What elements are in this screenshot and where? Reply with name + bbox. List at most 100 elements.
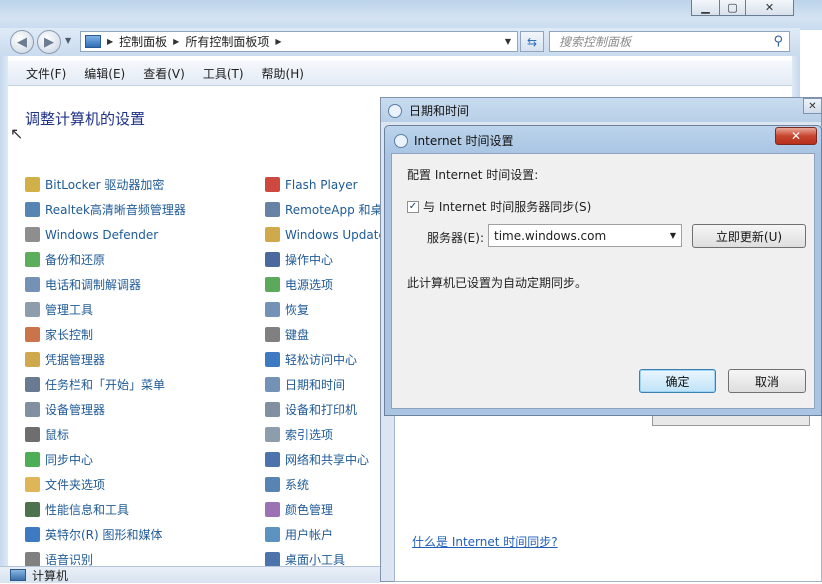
control-panel-item[interactable]: 家长控制	[25, 322, 186, 347]
control-panel-item[interactable]: 颜色管理	[265, 497, 383, 522]
recent-pages-dropdown[interactable]: ▼	[65, 36, 71, 45]
menu-view[interactable]: 查看(V)	[133, 65, 193, 82]
control-panel-item[interactable]: 任务栏和「开始」菜单	[25, 372, 186, 397]
windows-update-icon	[265, 227, 280, 242]
menu-file[interactable]: 文件(F)	[16, 65, 74, 82]
control-panel-item[interactable]: 网络和共享中心	[265, 447, 383, 472]
control-panel-item-label[interactable]: Windows Defender	[45, 228, 158, 242]
control-panel-item-label[interactable]: 键盘	[285, 326, 309, 343]
control-panel-item[interactable]: 用户帐户	[265, 522, 383, 547]
control-panel-item-label[interactable]: 文件夹选项	[45, 476, 105, 493]
control-panel-item-label[interactable]: 恢复	[285, 301, 309, 318]
control-panel-item[interactable]: 设备和打印机	[265, 397, 383, 422]
sync-checkbox-label[interactable]: 与 Internet 时间服务器同步(S)	[423, 198, 591, 215]
cancel-button[interactable]: 取消	[728, 369, 806, 393]
control-panel-item-label[interactable]: 家长控制	[45, 326, 93, 343]
breadcrumb-separator[interactable]: ▶	[275, 37, 281, 46]
remoteapp-icon	[265, 202, 280, 217]
control-panel-item-label[interactable]: BitLocker 驱动器加密	[45, 176, 164, 193]
control-panel-item-label[interactable]: 日期和时间	[285, 376, 345, 393]
control-panel-item[interactable]: 电源选项	[265, 272, 383, 297]
date-time-close-button[interactable]: ✕	[803, 98, 822, 114]
control-panel-item[interactable]: 日期和时间	[265, 372, 383, 397]
breadcrumb-all-items[interactable]: 所有控制面板项	[185, 33, 269, 50]
close-button[interactable]: ✕	[745, 0, 794, 16]
control-panel-item-label[interactable]: Realtek高清晰音频管理器	[45, 201, 186, 218]
internet-time-help-link[interactable]: 什么是 Internet 时间同步?	[412, 533, 558, 550]
control-panel-item[interactable]: 设备管理器	[25, 397, 186, 422]
control-panel-item-label[interactable]: 任务栏和「开始」菜单	[45, 376, 165, 393]
control-panel-item[interactable]: 系统	[265, 472, 383, 497]
sync-option[interactable]: ✓ 与 Internet 时间服务器同步(S)	[407, 198, 591, 215]
address-dropdown-icon[interactable]: ▼	[505, 37, 511, 46]
control-panel-item[interactable]: Flash Player	[265, 172, 383, 197]
refresh-button[interactable]: ⇆	[520, 31, 544, 52]
control-panel-item[interactable]: Windows Update	[265, 222, 383, 247]
control-panel-item[interactable]: 键盘	[265, 322, 383, 347]
control-panel-item[interactable]: 操作中心	[265, 247, 383, 272]
control-panel-item-label[interactable]: 用户帐户	[285, 526, 333, 543]
control-panel-item[interactable]: 索引选项	[265, 422, 383, 447]
control-panel-item-label[interactable]: 性能信息和工具	[45, 501, 129, 518]
sync-checkbox[interactable]: ✓	[407, 200, 419, 213]
search-input[interactable]: 搜索控制面板	[559, 33, 773, 50]
server-value[interactable]: time.windows.com	[494, 229, 606, 243]
control-panel-item[interactable]: Realtek高清晰音频管理器	[25, 197, 186, 222]
control-panel-items-column-1: BitLocker 驱动器加密 Realtek高清晰音频管理器 Windows De…	[25, 172, 186, 572]
chevron-down-icon[interactable]: ▼	[670, 231, 676, 240]
control-panel-item-label[interactable]: 备份和还原	[45, 251, 105, 268]
control-panel-item[interactable]: RemoteApp 和桌	[265, 197, 383, 222]
server-combobox[interactable]: time.windows.com ▼	[488, 224, 682, 247]
control-panel-item[interactable]: 恢复	[265, 297, 383, 322]
control-panel-item-label[interactable]: 凭据管理器	[45, 351, 105, 368]
control-panel-item[interactable]: 英特尔(R) 图形和媒体	[25, 522, 186, 547]
control-panel-item[interactable]: 备份和还原	[25, 247, 186, 272]
control-panel-item[interactable]: 电话和调制解调器	[25, 272, 186, 297]
date-time-titlebar: 日期和时间	[388, 102, 469, 119]
control-panel-item[interactable]: 管理工具	[25, 297, 186, 322]
control-panel-item-label[interactable]: 电源选项	[285, 276, 333, 293]
control-panel-item[interactable]: 同步中心	[25, 447, 186, 472]
minimize-button[interactable]: ▁	[691, 0, 720, 16]
internet-time-close-button[interactable]: ✕	[775, 127, 817, 145]
control-panel-item[interactable]: 文件夹选项	[25, 472, 186, 497]
system-icon	[265, 477, 280, 492]
control-panel-item-label[interactable]: 设备管理器	[45, 401, 105, 418]
breadcrumb-separator[interactable]: ▶	[107, 37, 113, 46]
maximize-button[interactable]: ▢	[719, 0, 746, 16]
control-panel-item[interactable]: 凭据管理器	[25, 347, 186, 372]
back-button[interactable]: ◀	[10, 30, 34, 54]
index-icon	[265, 427, 280, 442]
menu-edit[interactable]: 编辑(E)	[74, 65, 133, 82]
search-box[interactable]: 搜索控制面板 ⚲	[549, 31, 790, 52]
control-panel-item[interactable]: BitLocker 驱动器加密	[25, 172, 186, 197]
control-panel-item-label[interactable]: Flash Player	[285, 178, 358, 192]
control-panel-item-label[interactable]: Windows Update	[285, 228, 383, 242]
address-bar[interactable]: ▶ 控制面板 ▶ 所有控制面板项 ▶ ▼	[80, 31, 518, 52]
control-panel-item[interactable]: 鼠标	[25, 422, 186, 447]
control-panel-item-label[interactable]: 索引选项	[285, 426, 333, 443]
control-panel-item-label[interactable]: 管理工具	[45, 301, 93, 318]
forward-button[interactable]: ▶	[37, 30, 61, 54]
control-panel-item-label[interactable]: RemoteApp 和桌	[285, 201, 383, 218]
control-panel-item-label[interactable]: 系统	[285, 476, 309, 493]
breadcrumb-control-panel[interactable]: 控制面板	[119, 33, 167, 50]
control-panel-item-label[interactable]: 网络和共享中心	[285, 451, 369, 468]
menu-tools[interactable]: 工具(T)	[193, 65, 252, 82]
control-panel-item-label[interactable]: 操作中心	[285, 251, 333, 268]
menu-help[interactable]: 帮助(H)	[252, 65, 312, 82]
ok-button[interactable]: 确定	[639, 369, 716, 393]
control-panel-item-label[interactable]: 鼠标	[45, 426, 69, 443]
control-panel-item-label[interactable]: 设备和打印机	[285, 401, 357, 418]
control-panel-item-label[interactable]: 同步中心	[45, 451, 93, 468]
control-panel-item-label[interactable]: 电话和调制解调器	[45, 276, 141, 293]
control-panel-item-label[interactable]: 英特尔(R) 图形和媒体	[45, 526, 163, 543]
control-panel-item-label[interactable]: 颜色管理	[285, 501, 333, 518]
control-panel-item[interactable]: Windows Defender	[25, 222, 186, 247]
control-panel-item[interactable]: 性能信息和工具	[25, 497, 186, 522]
update-now-button[interactable]: 立即更新(U)	[692, 224, 806, 248]
breadcrumb-separator[interactable]: ▶	[173, 37, 179, 46]
control-panel-item[interactable]: 轻松访问中心	[265, 347, 383, 372]
control-panel-item-label[interactable]: 轻松访问中心	[285, 351, 357, 368]
power-icon	[265, 277, 280, 292]
